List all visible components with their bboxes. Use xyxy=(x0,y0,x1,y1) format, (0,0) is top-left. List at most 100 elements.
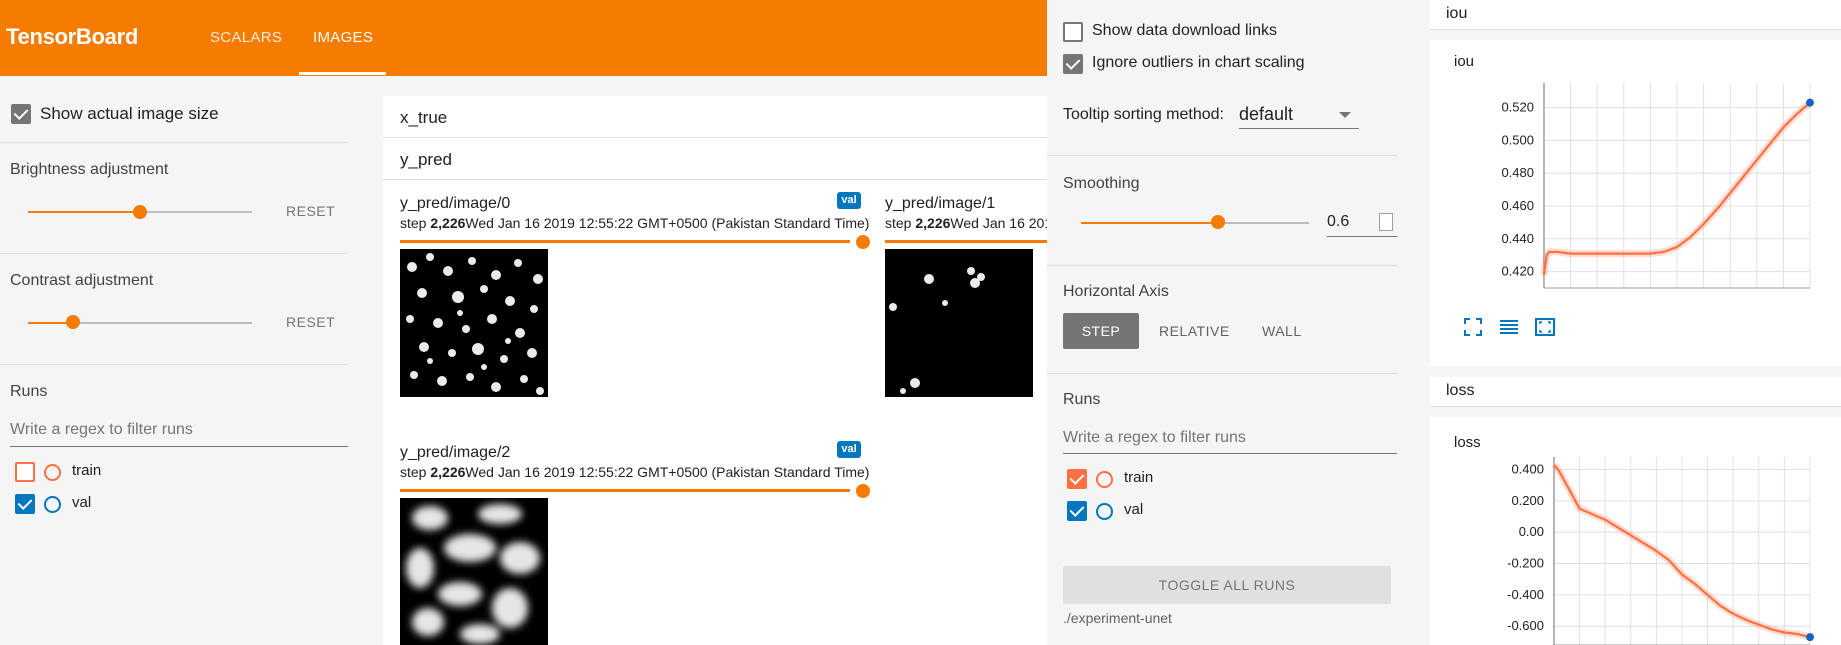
section-label: loss xyxy=(1446,382,1475,399)
divider xyxy=(1047,265,1397,266)
chart-card-loss: loss 0.400 0.200 0.00 -0.200 -0.400 -0.600 xyxy=(1430,417,1841,645)
fit-domain-icon[interactable] xyxy=(1534,316,1556,338)
scalars-main: iou iou 0.520 0.500 0.480 0.460 0.440 0.420 l… xyxy=(1430,0,1841,645)
top-toolbar: TensorBoard SCALARS IMAGES xyxy=(0,0,1047,76)
divider xyxy=(1047,373,1397,374)
app-title: TensorBoard xyxy=(6,24,138,49)
run-val-color-icon xyxy=(44,496,61,513)
y-tick-label: 0.520 xyxy=(1501,100,1534,115)
smoothing-label: Smoothing xyxy=(1063,175,1140,192)
y-tick-label: 0.200 xyxy=(1511,493,1544,508)
runs-label: Runs xyxy=(1063,391,1101,408)
image-thumbnail xyxy=(400,249,548,397)
tab-scalars[interactable]: SCALARS xyxy=(210,29,282,46)
toggle-all-runs-button[interactable]: TOGGLE ALL RUNS xyxy=(1063,566,1391,604)
brightness-label: Brightness adjustment xyxy=(10,161,169,178)
axis-step-button[interactable]: STEP xyxy=(1063,313,1139,349)
step-slider[interactable] xyxy=(400,489,850,492)
smoothing-slider-fill xyxy=(1081,222,1218,224)
section-loss-header[interactable]: loss xyxy=(1430,377,1841,407)
step-slider-knob[interactable] xyxy=(856,235,870,249)
image-thumbnail xyxy=(885,249,1033,397)
smoothing-spinner[interactable] xyxy=(1379,213,1393,231)
y-tick-label: 0.440 xyxy=(1501,231,1534,246)
smoothing-value-underline xyxy=(1327,236,1397,237)
tag-label: x_true xyxy=(400,108,448,127)
y-tick-label: 0.00 xyxy=(1519,524,1544,539)
brightness-reset-button[interactable]: RESET xyxy=(286,203,335,219)
y-tick-label: 0.420 xyxy=(1501,264,1534,279)
smoothing-slider-knob[interactable] xyxy=(1211,215,1225,229)
tooltip-sorting-select[interactable]: default xyxy=(1239,104,1293,125)
runs-label: Runs xyxy=(10,383,48,400)
image-card-step: step 2,226Wed Jan 16 2019 12:55:22 GMT+0… xyxy=(400,215,870,231)
tag-group-x-true[interactable]: x_true xyxy=(383,96,1047,138)
axis-relative-button[interactable]: RELATIVE xyxy=(1159,323,1230,339)
image-card-title: y_pred/image/1 xyxy=(885,195,996,212)
run-val-label: val xyxy=(72,494,92,511)
y-tick-label: 0.500 xyxy=(1501,132,1534,147)
run-train-color-icon xyxy=(1096,471,1113,488)
show-actual-size-checkbox[interactable] xyxy=(11,104,31,124)
y-tick-label: -0.600 xyxy=(1507,618,1544,633)
series-endpoint xyxy=(1806,98,1814,107)
y-tick-label: 0.460 xyxy=(1501,198,1534,213)
show-download-links-label: Show data download links xyxy=(1092,22,1278,39)
run-val-checkbox[interactable] xyxy=(1067,501,1087,521)
axis-wall-button[interactable]: WALL xyxy=(1262,323,1302,339)
tag-label: y_pred xyxy=(400,150,452,169)
contrast-reset-button[interactable]: RESET xyxy=(286,314,335,330)
ignore-outliers-label: Ignore outliers in chart scaling xyxy=(1092,54,1305,71)
section-iou-header[interactable]: iou xyxy=(1430,0,1841,30)
tooltip-sorting-underline xyxy=(1239,128,1359,129)
image-card-title: y_pred/image/2 xyxy=(400,444,511,461)
run-badge: val xyxy=(837,192,861,209)
iou-chart[interactable]: 0.520 0.500 0.480 0.460 0.440 0.420 xyxy=(1430,40,1841,300)
run-val-color-icon xyxy=(1096,503,1113,520)
expand-icon[interactable] xyxy=(1462,316,1484,338)
run-val-label: val xyxy=(1124,501,1144,518)
ignore-outliers-checkbox[interactable] xyxy=(1063,54,1083,74)
step-slider[interactable] xyxy=(400,240,850,243)
run-train-label: train xyxy=(1124,469,1154,486)
run-train-checkbox[interactable] xyxy=(15,462,35,482)
run-train-label: train xyxy=(72,462,102,479)
brightness-slider-knob[interactable] xyxy=(133,205,147,219)
chevron-down-icon[interactable] xyxy=(1339,112,1351,118)
step-slider[interactable] xyxy=(885,240,1047,243)
tooltip-sorting-label: Tooltip sorting method: xyxy=(1063,106,1224,123)
logdir-label: ./experiment-unet xyxy=(1063,610,1172,626)
tab-images[interactable]: IMAGES xyxy=(313,29,373,46)
runs-filter-input[interactable]: Write a regex to filter runs xyxy=(1063,429,1246,447)
images-main-content: x_true y_pred y_pred/image/0 val step 2,… xyxy=(383,96,1047,645)
divider xyxy=(1047,155,1397,156)
run-badge: val xyxy=(837,441,861,458)
y-tick-label: 0.400 xyxy=(1511,462,1544,477)
runs-filter-input[interactable]: Write a regex to filter runs xyxy=(10,421,193,439)
divider xyxy=(0,142,348,143)
tag-group-y-pred[interactable]: y_pred xyxy=(383,138,1047,180)
images-dashboard: TensorBoard SCALARS IMAGES Show actual i… xyxy=(0,0,1047,645)
divider xyxy=(0,253,348,254)
horizontal-axis-label: Horizontal Axis xyxy=(1063,283,1169,300)
image-card-title: y_pred/image/0 xyxy=(400,195,511,212)
show-download-links-checkbox[interactable] xyxy=(1063,22,1083,42)
image-card-step: step 2,226Wed Jan 16 2019 12:55:22 GMT+0… xyxy=(885,215,1047,231)
image-thumbnail xyxy=(400,498,548,645)
show-actual-size-label: Show actual image size xyxy=(40,104,219,123)
brightness-slider-fill xyxy=(28,211,140,213)
list-icon[interactable] xyxy=(1498,316,1520,338)
runs-filter-underline xyxy=(10,446,348,447)
run-train-color-icon xyxy=(44,464,61,481)
run-train-checkbox[interactable] xyxy=(1067,469,1087,489)
contrast-label: Contrast adjustment xyxy=(10,272,154,289)
step-slider-knob[interactable] xyxy=(856,484,870,498)
active-tab-indicator xyxy=(299,72,386,75)
chart-card-iou: iou 0.520 0.500 0.480 0.460 0.440 0.420 xyxy=(1430,40,1841,366)
run-val-checkbox[interactable] xyxy=(15,494,35,514)
section-label: iou xyxy=(1446,5,1468,22)
divider xyxy=(0,364,348,365)
smoothing-value-input[interactable]: 0.6 xyxy=(1327,213,1349,231)
contrast-slider-knob[interactable] xyxy=(66,315,80,329)
loss-chart[interactable]: 0.400 0.200 0.00 -0.200 -0.400 -0.600 xyxy=(1430,417,1841,645)
